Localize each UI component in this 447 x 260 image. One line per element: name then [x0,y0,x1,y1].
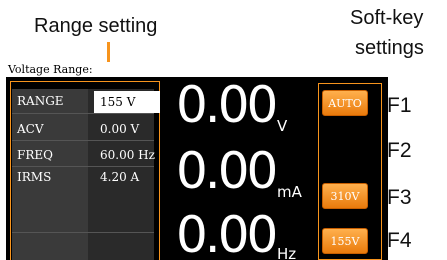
setting-value: 4.20 A [100,170,140,184]
setting-row-acv[interactable]: ACV 0.00 V [12,118,154,140]
range-setting-callout: Range setting [34,15,158,37]
softkey-f4-155v[interactable]: 155V [322,228,368,254]
setting-label: IRMS [17,170,52,184]
frequency-reading: 0.00 [176,206,278,260]
row-divider [12,113,154,114]
softkey-f1-auto[interactable]: AUTO [322,90,368,116]
setting-label: RANGE [17,94,64,108]
setting-label: FREQ [17,148,53,162]
instrument-screen: Voltage Range: RANGE 155 V ACV 0.00 V FR… [6,62,388,260]
setting-value: 0.00 V [100,122,140,136]
setting-row-irms[interactable]: IRMS 4.20 A [12,166,154,188]
function-key-f3[interactable]: F3 [387,187,412,208]
function-key-f2[interactable]: F2 [387,140,412,161]
function-key-f1[interactable]: F1 [387,95,412,116]
setting-row-freq[interactable]: FREQ 60.00 Hz [12,144,155,166]
row-divider [12,232,154,233]
setting-value[interactable]: 155 V [94,91,160,113]
frequency-unit: Hz [277,245,297,260]
setting-label: ACV [17,122,44,136]
voltage-reading: 0.00 [176,76,278,134]
row-divider [12,140,154,141]
current-unit: mA [277,183,302,201]
function-key-f4[interactable]: F4 [387,230,412,251]
softkey-callout-line2: settings [355,37,424,59]
setting-row-range[interactable]: RANGE 155 V [12,90,160,113]
softkey-callout-line1: Soft-key [350,7,424,29]
setting-value: 60.00 Hz [100,148,155,162]
softkey-f3-310v[interactable]: 310V [322,183,368,209]
current-reading: 0.00 [176,142,278,200]
voltage-unit: V [277,117,288,135]
screen-title: Voltage Range: [6,62,388,77]
